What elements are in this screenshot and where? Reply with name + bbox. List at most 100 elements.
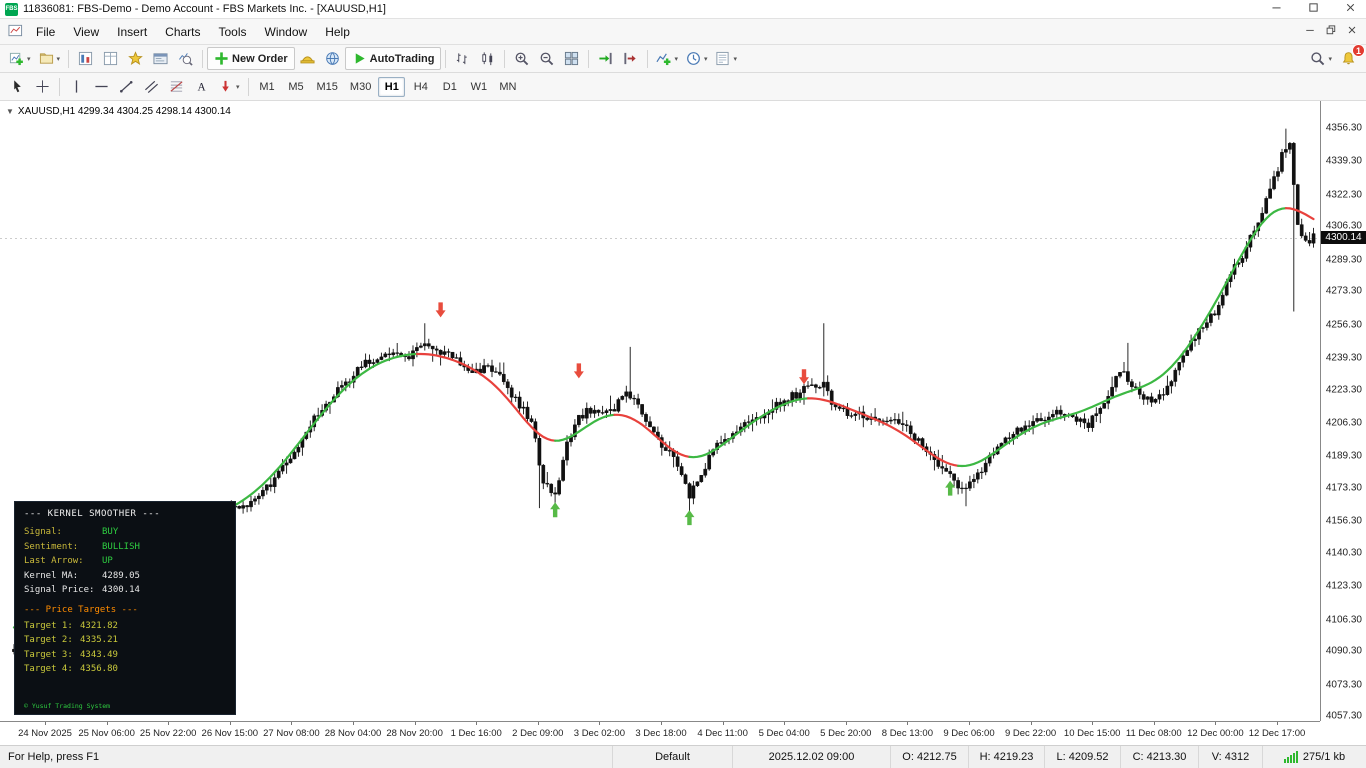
data-window-button[interactable] [98,47,123,70]
target-value: 4321.82 [80,620,118,631]
new-chart-button-caret[interactable]: ▾ [27,55,31,63]
menu-charts[interactable]: Charts [156,21,209,43]
zoom-in-icon [514,51,529,66]
time-axis-label: 27 Nov 08:00 [263,728,320,739]
search-button[interactable]: ▾ [1306,47,1336,70]
trendline-button[interactable] [114,75,139,98]
navigator-button[interactable] [123,47,148,70]
templates-button-caret[interactable]: ▾ [733,55,737,63]
expert-advisors-button[interactable] [295,47,320,70]
kernel-row-label: Signal Price: [24,585,95,595]
vertical-line-button[interactable] [64,75,89,98]
new-order-button[interactable]: New Order [207,47,295,70]
timeframe-h4[interactable]: H4 [407,77,434,97]
bar-chart-button[interactable] [450,47,475,70]
window-minimize-button[interactable] [1260,0,1292,18]
autotrading-button[interactable]: AutoTrading [344,47,442,70]
win-min-icon [1270,1,1283,17]
status-close: C: 4213.30 [1120,746,1198,768]
time-axis-label: 3 Dec 02:00 [573,728,626,739]
candlestick-chart-button[interactable] [475,47,500,70]
price-axis-label: 4173.30 [1325,482,1362,494]
time-axis[interactable]: 24 Nov 2025 25 Nov 06:00 25 Nov 22:00 26 No… [0,721,1320,745]
time-axis-tick [291,722,293,725]
horizontal-line-button[interactable] [89,75,114,98]
menu-file[interactable]: File [27,21,64,43]
price-axis[interactable]: 4300.14 4356.30 4339.30 4322.30 4306.30 4289… [1320,101,1366,722]
kernel-row: Last Arrow: UP [24,556,226,566]
cursor-icon [10,79,25,94]
new-chart-button[interactable]: ▾ [5,47,35,70]
time-axis-label: 1 Dec 16:00 [450,728,502,739]
menu-window[interactable]: Window [256,21,317,43]
time-axis-tick [969,722,970,725]
search-button-caret[interactable]: ▾ [1328,55,1332,63]
time-axis-label: 9 Dec 22:00 [1004,728,1057,739]
periods-button[interactable]: ▾ [682,47,712,70]
timeframe-d1[interactable]: D1 [436,77,463,97]
chart-area[interactable]: ▼ XAUUSD,H1 4299.34 4304.25 4298.14 4300… [0,101,1366,745]
market-watch-button[interactable] [73,47,98,70]
profiles-button-caret[interactable]: ▾ [57,55,61,63]
menu-help[interactable]: Help [316,21,359,43]
menu-bar: File View Insert Charts Tools Window Help [0,19,1366,45]
channel-icon [144,79,159,94]
crosshair-button[interactable] [30,75,55,98]
text-button[interactable]: A [189,75,214,98]
kernel-row-value: 4289.05 [102,570,140,581]
menu-tools[interactable]: Tools [210,21,256,43]
chart-minimize-button[interactable] [1299,23,1320,41]
templates-button[interactable]: ▾ [711,47,741,70]
indicators-button[interactable]: ▾ [652,47,682,70]
tile-windows-button[interactable] [559,47,584,70]
arrows-button-caret[interactable]: ▾ [236,83,240,91]
chart-close-button[interactable] [1341,23,1362,41]
timeframe-m30[interactable]: M30 [345,77,376,97]
timeframe-m5[interactable]: M5 [283,77,310,97]
chart-symbol-label: ▼ XAUUSD,H1 4299.34 4304.25 4298.14 4300… [6,106,231,117]
kernel-smoother-panel: --- KERNEL SMOOTHER --- Signal: BUY Sentim… [14,501,236,715]
time-axis-label: 11 Dec 08:00 [1125,728,1182,739]
sell-signal-arrow [435,302,446,318]
window-close-button[interactable] [1334,0,1366,18]
zoom-in-button[interactable] [509,47,534,70]
fibonacci-button[interactable] [164,75,189,98]
community-button[interactable] [320,47,345,70]
cursor-button[interactable] [5,75,30,98]
chart-shift-button[interactable] [618,47,643,70]
time-axis-label: 24 Nov 2025 [18,728,72,739]
window-maximize-button[interactable] [1297,0,1329,18]
menu-items: File View Insert Charts Tools Window Help [27,21,359,43]
indicators-button-caret[interactable]: ▾ [674,55,678,63]
time-axis-tick [907,722,909,725]
notifications-button[interactable]: 1 [1336,44,1365,70]
chart-window-icon [8,23,23,41]
timeframe-mn[interactable]: MN [494,77,521,97]
timeframe-w1[interactable]: W1 [465,77,492,97]
menu-insert[interactable]: Insert [108,21,156,43]
time-axis-tick [1277,722,1278,725]
zoom-out-button[interactable] [534,47,559,70]
target-value: 4356.80 [80,664,118,674]
menu-view[interactable]: View [64,21,108,43]
timeframe-h1[interactable]: H1 [378,76,406,97]
current-price-badge: 4300.14 [1321,231,1366,245]
tile-windows-icon [564,51,579,66]
timeframe-m15[interactable]: M15 [312,77,343,97]
arrows-button[interactable]: ▾ [214,75,244,98]
profiles-button[interactable]: ▾ [35,47,65,70]
kernel-panel-rows: Signal: BUY Sentiment: BULLISH Last Arrow: UP… [24,527,226,600]
periods-button-caret[interactable]: ▾ [704,55,708,63]
status-profile[interactable]: Default [612,746,732,768]
equidistant-channel-button[interactable] [139,75,164,98]
terminal-button[interactable] [148,47,173,70]
strategy-tester-button[interactable] [173,47,198,70]
kernel-target-row: Target 4: 4356.80 [24,664,226,674]
zoom-out-icon [539,51,554,66]
one-click-collapse-icon[interactable]: ▼ [6,107,14,116]
kernel-row: Kernel MA: 4289.05 [24,571,226,581]
timeframe-m1[interactable]: M1 [254,77,281,97]
chart-restore-button[interactable] [1320,23,1341,41]
price-axis-label: 4189.30 [1325,450,1362,462]
auto-scroll-button[interactable] [593,47,618,70]
